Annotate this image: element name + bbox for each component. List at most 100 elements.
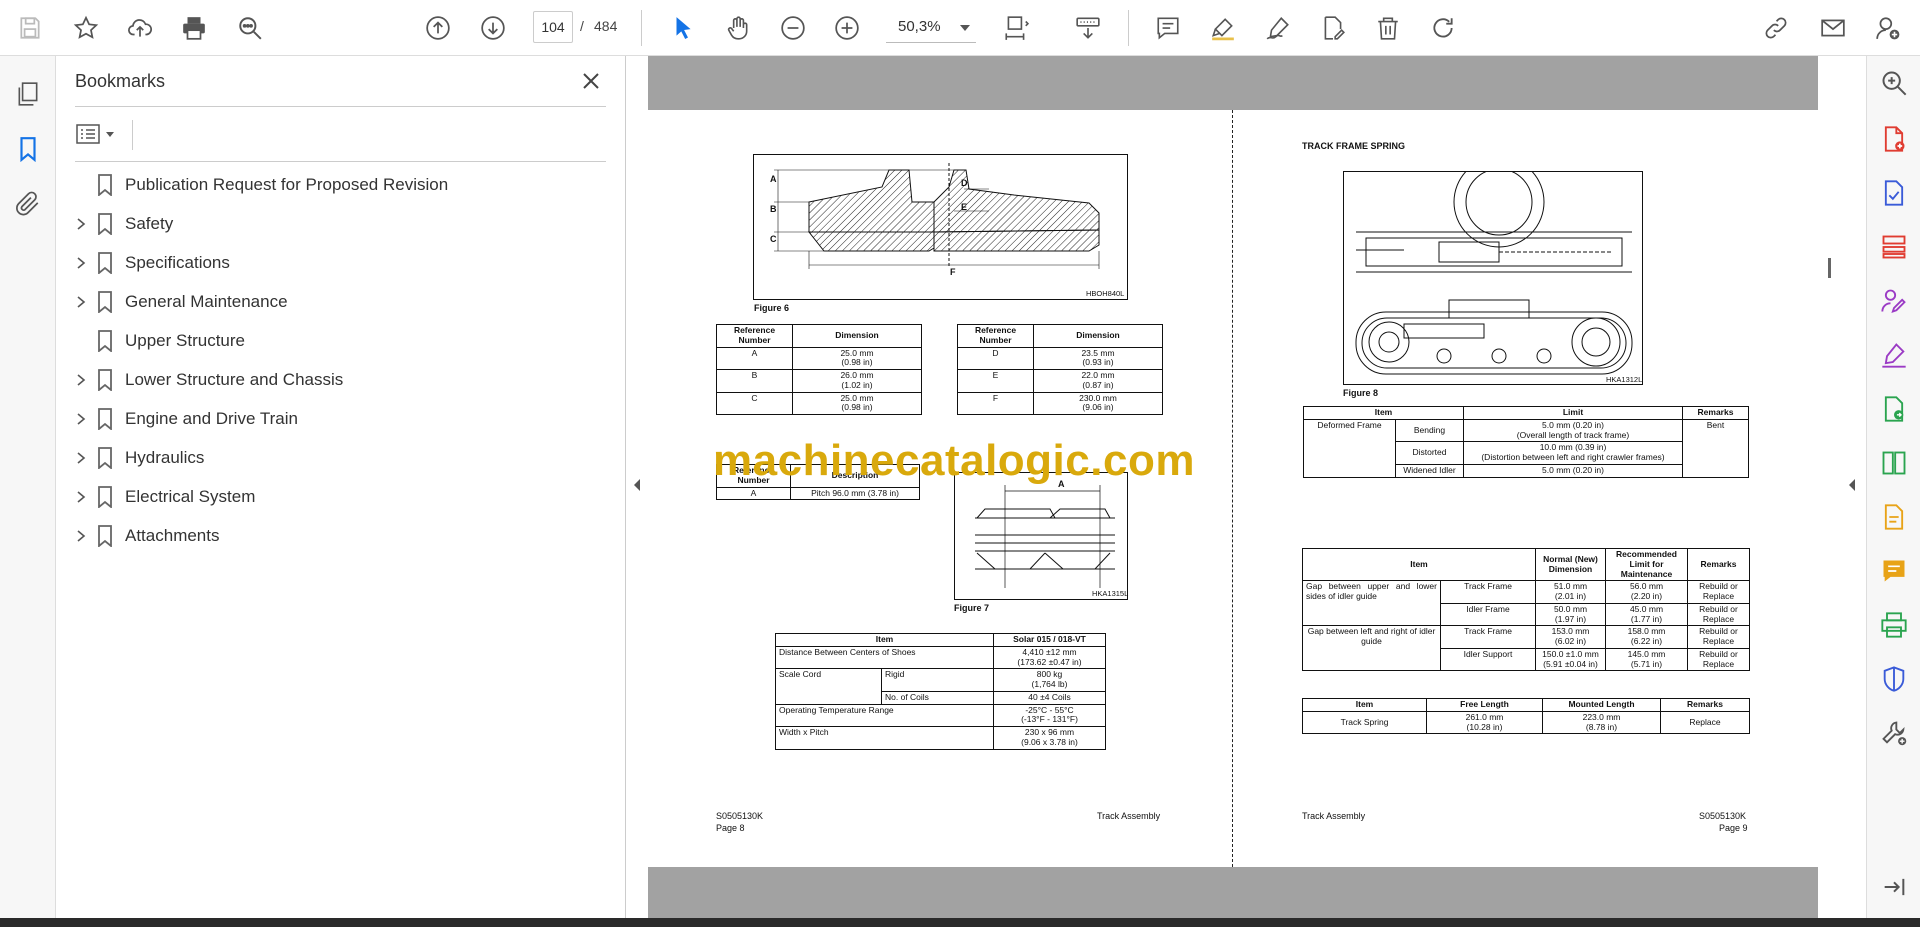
send-for-review-icon[interactable] — [1879, 394, 1909, 424]
more-tools-icon[interactable] — [1879, 718, 1909, 748]
page-gap-top — [648, 56, 1818, 110]
cell-line: (-13°F - 131°F) — [1021, 714, 1078, 725]
table-cell: 26.0 mm (1.02 in) — [792, 369, 922, 393]
bookmark-options-button[interactable] — [75, 116, 125, 152]
table-cell: 10.0 mm (0.39 in) (Distortion between lef… — [1463, 441, 1683, 465]
table-cell: Operating Temperature Range — [775, 703, 994, 728]
table-cell: Bending — [1395, 418, 1464, 443]
search-zoom-icon[interactable] — [1879, 68, 1909, 98]
fill-sign-icon[interactable] — [1879, 340, 1909, 370]
select-cursor-icon[interactable] — [665, 10, 701, 46]
prev-page-icon[interactable] — [420, 10, 456, 46]
combine-files-icon[interactable] — [1879, 502, 1909, 532]
figure-label: B — [770, 204, 777, 214]
table-cell: 150.0 ±1.0 mm (5.91 ±0.04 in) — [1535, 647, 1606, 672]
cell-line: (6.02 in) — [1554, 636, 1587, 647]
bookmark-panel-icon[interactable] — [10, 131, 46, 167]
table-cell: No. of Coils — [881, 690, 994, 705]
chevron-right-icon[interactable] — [74, 295, 88, 309]
table-cell: Distance Between Centers of Shoes — [775, 645, 994, 670]
comment-tool-icon[interactable] — [1879, 556, 1909, 586]
track-spring-table: Item Free Length Mounted Length Remarks Tra… — [1302, 698, 1750, 735]
collapse-right-panel-button[interactable] — [1842, 470, 1862, 500]
chevron-right-icon[interactable] — [74, 256, 88, 270]
bookmark-item-specifications[interactable]: Specifications — [56, 244, 626, 283]
table-cell: Gap between left and right of idler guid… — [1302, 625, 1441, 672]
table-header: Reference Number — [716, 324, 793, 348]
draw-signature-icon[interactable] — [1260, 10, 1296, 46]
print-icon[interactable] — [176, 10, 212, 46]
cell-line: (1.97 in) — [1554, 613, 1587, 624]
table-cell: -25°C - 55°C (-13°F - 131°F) — [993, 703, 1106, 728]
bookmark-item-publication-request[interactable]: Publication Request for Proposed Revisio… — [56, 166, 626, 205]
table-header: Item — [1302, 547, 1536, 582]
bookmark-item-electrical-system[interactable]: Electrical System — [56, 478, 626, 517]
figure-caption: Figure 8 — [1343, 388, 1379, 398]
table-cell: 5.0 mm (0.20 in) (Overall length of track… — [1463, 418, 1683, 443]
table-cell: 25.0 mm (0.98 in) — [792, 391, 922, 416]
page-footer-number: Page 8 — [716, 823, 745, 833]
save-icon[interactable] — [12, 10, 48, 46]
scrollbar-thumb[interactable] — [1828, 258, 1831, 278]
request-signatures-icon[interactable] — [1879, 286, 1909, 316]
chevron-right-icon[interactable] — [74, 451, 88, 465]
create-pdf-icon[interactable] — [1879, 124, 1909, 154]
chevron-down-icon — [960, 25, 970, 31]
organize-pages-icon[interactable] — [1879, 232, 1909, 262]
chevron-right-icon[interactable] — [74, 373, 88, 387]
edit-pdf-icon[interactable] — [1315, 10, 1351, 46]
zoom-out-icon[interactable] — [775, 10, 811, 46]
bookmark-item-upper-structure[interactable]: Upper Structure — [56, 322, 626, 361]
table-header: Normal (New) Dimension — [1535, 547, 1606, 582]
cell-line: 22.0 mm — [1081, 370, 1115, 381]
close-icon[interactable] — [576, 66, 606, 96]
reference-table-1: Reference Number Dimension A 25.0 mm (0.98 … — [716, 324, 922, 416]
taskbar-strip — [0, 918, 1920, 927]
add-user-icon[interactable] — [1870, 10, 1906, 46]
scrolling-mode-icon[interactable] — [1070, 10, 1106, 46]
table-row: C 25.0 mm (0.98 in) — [716, 391, 922, 416]
expand-panel-icon[interactable] — [1879, 872, 1909, 902]
table-cell: Pitch 96.0 mm (3.78 in) — [790, 486, 920, 501]
hand-tool-icon[interactable] — [720, 10, 756, 46]
table-cell: F — [957, 391, 1034, 416]
bookmark-item-attachments[interactable]: Attachments — [56, 517, 626, 556]
export-pdf-icon[interactable] — [1879, 178, 1909, 208]
bookmark-item-hydraulics[interactable]: Hydraulics — [56, 439, 626, 478]
attachments-paperclip-icon[interactable] — [10, 186, 46, 222]
comment-icon[interactable] — [1150, 10, 1186, 46]
protect-shield-icon[interactable] — [1879, 664, 1909, 694]
email-icon[interactable] — [1815, 10, 1851, 46]
bookmark-item-lower-structure[interactable]: Lower Structure and Chassis — [56, 361, 626, 400]
chevron-right-icon[interactable] — [74, 490, 88, 504]
watermark-text: machinecatalogic.com — [713, 436, 1195, 485]
star-icon[interactable] — [68, 10, 104, 46]
share-link-icon[interactable] — [1758, 10, 1794, 46]
chevron-right-icon[interactable] — [74, 529, 88, 543]
table-cell: Track Spring — [1302, 710, 1427, 735]
chevron-right-icon[interactable] — [74, 217, 88, 231]
page-thumbnails-icon[interactable] — [10, 76, 46, 112]
redo-rotate-icon[interactable] — [1425, 10, 1461, 46]
page-fit-icon[interactable] — [998, 10, 1034, 46]
table-cell: Width x Pitch — [775, 726, 994, 750]
zoom-in-icon[interactable] — [829, 10, 865, 46]
find-zoom-icon[interactable] — [232, 10, 268, 46]
cell-line: (0.93 in) — [1082, 357, 1114, 368]
panel-title: Bookmarks — [75, 71, 166, 91]
table-cell: Rebuild or Replace — [1687, 647, 1750, 672]
chevron-right-icon[interactable] — [74, 412, 88, 426]
collapse-left-panel-button[interactable] — [627, 470, 647, 500]
print-production-icon[interactable] — [1879, 610, 1909, 640]
next-page-icon[interactable] — [475, 10, 511, 46]
bookmark-item-engine-drive-train[interactable]: Engine and Drive Train — [56, 400, 626, 439]
compare-files-icon[interactable] — [1879, 448, 1909, 478]
upload-cloud-icon[interactable] — [122, 10, 158, 46]
bookmark-item-safety[interactable]: Safety — [56, 205, 626, 244]
zoom-level-dropdown[interactable]: 50,3% — [886, 11, 976, 43]
page-number-input[interactable] — [533, 11, 573, 43]
highlight-pen-icon[interactable] — [1205, 10, 1241, 46]
list-options-icon — [76, 124, 100, 144]
bookmark-item-general-maintenance[interactable]: General Maintenance — [56, 283, 626, 322]
delete-trash-icon[interactable] — [1370, 10, 1406, 46]
